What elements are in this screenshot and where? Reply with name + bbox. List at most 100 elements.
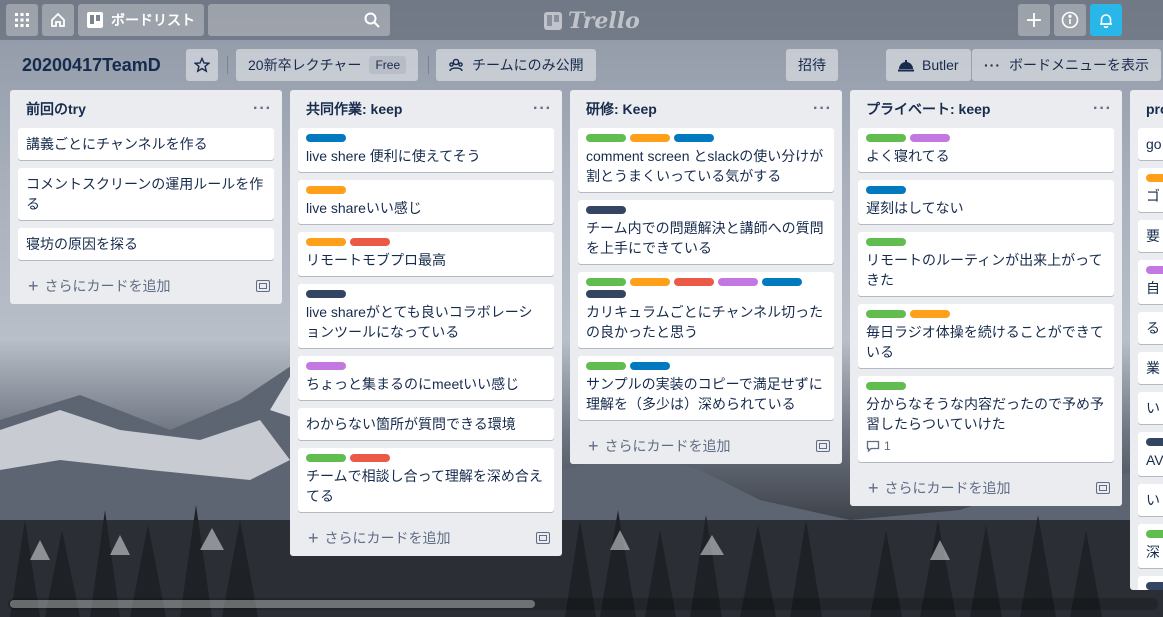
card[interactable]: わからない箇所が質問できる環境 [298,408,554,440]
visibility-button[interactable]: チームにのみ公開 [436,49,596,81]
card-labels[interactable] [586,362,826,370]
card-label-orange[interactable] [1146,174,1163,182]
apps-menu-button[interactable] [6,4,38,36]
card[interactable]: 自 [1138,260,1163,304]
add-card-button[interactable]: + さらにカードを追加 [588,436,731,456]
home-button[interactable] [42,4,74,36]
card[interactable]: チ [1138,576,1163,590]
card-label-green[interactable] [306,454,346,462]
card-label-purple[interactable] [1146,266,1163,274]
card-labels[interactable] [586,134,826,142]
team-button[interactable]: 20新卒レクチャー Free [236,49,419,81]
card-label-black[interactable] [1146,582,1163,590]
card[interactable]: サンプルの実装のコピーで満足せずに理解を（多少は）深められている [578,356,834,420]
card-labels[interactable] [306,290,546,298]
card-label-blue[interactable] [674,134,714,142]
card-labels[interactable] [306,454,546,462]
card[interactable]: チームで相談し合って理解を深め合えてる [298,448,554,512]
card[interactable]: live shareがとても良いコラボレーションツールになっている [298,284,554,348]
card[interactable]: 講義ごとにチャンネルを作る [18,128,274,160]
list-title[interactable]: プライベート: keep [866,99,990,119]
card-label-green[interactable] [586,278,626,286]
card[interactable]: 深 [1138,524,1163,568]
invite-button[interactable]: 招待 [786,49,838,81]
card[interactable]: い [1138,392,1163,424]
card-label-orange[interactable] [306,238,346,246]
card-label-green[interactable] [586,362,626,370]
card-label-purple[interactable] [910,134,950,142]
card[interactable]: チーム内での問題解決と講師への質問を上手にできている [578,200,834,264]
card[interactable]: い [1138,484,1163,516]
card-label-orange[interactable] [306,186,346,194]
card-labels[interactable] [586,206,826,214]
card-label-red[interactable] [350,238,390,246]
card-label-red[interactable] [674,278,714,286]
trello-logo[interactable]: Trello [544,8,640,34]
card[interactable]: ちょっと集まるのにmeetいい感じ [298,356,554,400]
card-label-blue[interactable] [630,362,670,370]
card-label-blue[interactable] [866,186,906,194]
card[interactable]: カリキュラムごとにチャンネル切ったの良かったと思う [578,272,834,348]
add-card-button[interactable]: + さらにカードを追加 [308,528,451,548]
card-labels[interactable] [1146,174,1163,182]
card[interactable]: リモートモブプロ最高 [298,232,554,276]
board-title[interactable]: 20200417TeamD [12,50,171,80]
card-labels[interactable] [306,238,546,246]
card-label-green[interactable] [1146,530,1163,538]
card-template-icon[interactable] [536,532,550,544]
list-title[interactable]: 共同作業: keep [306,99,402,119]
card[interactable]: live shere 便利に使えてそう [298,128,554,172]
card-label-blue[interactable] [762,278,802,286]
card-labels[interactable] [306,134,546,142]
card-label-orange[interactable] [630,134,670,142]
card-label-orange[interactable] [630,278,670,286]
card-label-black[interactable] [306,290,346,298]
card-labels[interactable] [306,186,546,194]
card-label-red[interactable] [350,454,390,462]
list-partial[interactable]: pro go ゴ要自る業い AV い深チ [1130,90,1163,590]
card-label-orange[interactable] [910,310,950,318]
create-button[interactable]: + [1018,4,1050,36]
card-label-green[interactable] [586,134,626,142]
card-label-green[interactable] [866,310,906,318]
card-label-purple[interactable] [718,278,758,286]
card-labels[interactable] [1146,530,1163,538]
card[interactable]: 要 [1138,220,1163,252]
card-labels[interactable] [1146,266,1163,274]
card-labels[interactable] [866,238,1106,246]
card[interactable]: ゴ [1138,168,1163,212]
star-board-button[interactable] [186,49,218,81]
card-labels[interactable] [1146,438,1163,446]
card[interactable]: live shareいい感じ [298,180,554,224]
card[interactable]: コメントスクリーンの運用ルールを作る [18,168,274,220]
search-input[interactable] [208,4,390,36]
card-label-black[interactable] [586,206,626,214]
card-labels[interactable] [306,362,546,370]
butler-button[interactable]: Butler [886,49,971,81]
card-template-icon[interactable] [256,280,270,292]
list-menu-button[interactable]: ··· [253,100,272,118]
card-label-black[interactable] [586,290,626,298]
card-label-green[interactable] [866,134,906,142]
list-menu-button[interactable]: ··· [813,100,832,118]
card-label-green[interactable] [866,382,906,390]
card-labels[interactable] [866,382,1106,390]
add-card-button[interactable]: + さらにカードを追加 [28,276,171,296]
list-menu-button[interactable]: ··· [533,100,552,118]
card-template-icon[interactable] [1096,482,1110,494]
card-template-icon[interactable] [816,440,830,452]
list-title[interactable]: 研修: Keep [586,99,657,119]
list-menu-button[interactable]: ··· [1093,100,1112,118]
card-label-green[interactable] [866,238,906,246]
add-card-button[interactable]: + さらにカードを追加 [868,478,1011,498]
card[interactable]: go [1138,128,1163,160]
notifications-button[interactable] [1090,4,1122,36]
card[interactable]: る [1138,312,1163,344]
list-title[interactable]: pro [1130,90,1163,128]
card-label-purple[interactable] [306,362,346,370]
card-label-black[interactable] [1146,438,1163,446]
card[interactable]: AV [1138,432,1163,476]
card-labels[interactable] [866,186,1106,194]
card[interactable]: 寝坊の原因を探る [18,228,274,260]
card[interactable]: よく寝れてる [858,128,1114,172]
